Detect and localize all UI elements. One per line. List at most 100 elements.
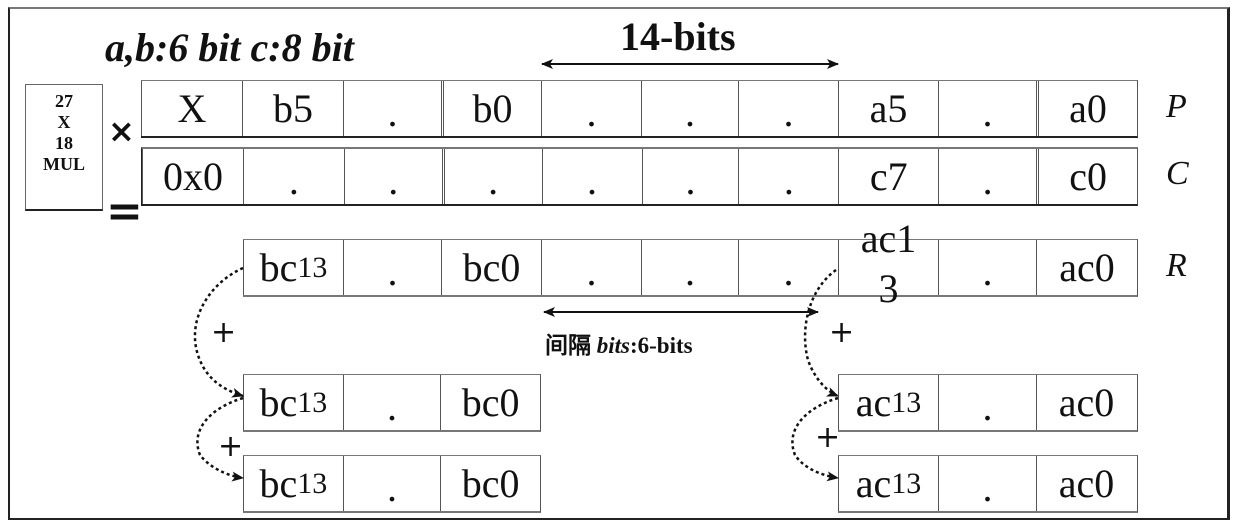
bit-cell: a0 <box>1036 81 1137 136</box>
cell-main-text: b5 <box>273 85 313 131</box>
partial-cell: ac0 <box>1036 456 1136 511</box>
ellipsis-dot: . <box>586 89 597 135</box>
partial-cell: ac0 <box>1036 375 1136 430</box>
plus-sign: + <box>218 429 244 464</box>
partial-cell: ac 13 <box>838 375 938 430</box>
ellipsis-dot: . <box>388 157 399 203</box>
ellipsis-dot: . <box>387 383 397 429</box>
cell-sub-text: 13 <box>891 466 922 500</box>
cell-main-text: bc <box>259 379 298 425</box>
cell-sub-text: 13 <box>297 466 328 500</box>
multiplier-line: MUL <box>43 154 85 174</box>
bit-cell: . <box>242 149 344 204</box>
bit-cell: . <box>738 81 838 136</box>
ellipsis-dot: . <box>488 157 499 203</box>
row-label-p: P <box>1166 88 1187 125</box>
gap-italic: bits <box>596 333 630 358</box>
bit-cell: . <box>541 81 641 136</box>
ellipsis-dot: . <box>587 157 598 203</box>
ellipsis-dot: . <box>982 248 993 294</box>
partial-cell: . <box>342 375 441 430</box>
span-label-14-bits: 14-bits <box>620 14 736 59</box>
bit-cell: . <box>738 149 838 204</box>
gap-bits-label: 间隔 bits:6-bits <box>545 326 693 360</box>
partial-cell: bc0 <box>440 375 540 430</box>
gap-prefix: 间隔 <box>545 333 597 358</box>
ellipsis-dot: . <box>685 248 695 294</box>
cell-main-text: c0 <box>1069 153 1107 199</box>
bit-width-title: a,b:6 bit c:8 bit <box>105 25 354 70</box>
bit-cell: c0 <box>1036 149 1137 204</box>
partial-row-bc: bc 13. bc0 <box>243 374 541 432</box>
result-cell: . <box>541 240 641 295</box>
ellipsis-dot: . <box>288 157 299 203</box>
multiplier-line: 18 <box>55 133 73 153</box>
cell-main-text: bc <box>259 460 298 506</box>
bit-cell: c7 <box>838 149 938 204</box>
bit-cell: . <box>541 149 642 204</box>
ellipsis-dot: . <box>982 464 993 510</box>
ellipsis-dot: . <box>387 464 397 510</box>
result-cell: bc 13 <box>243 240 343 295</box>
multiplier-line: X <box>57 112 71 132</box>
partial-cell: bc 13 <box>243 456 343 511</box>
bit-cell: . <box>343 149 442 204</box>
cell-text-line: ac1 <box>860 215 917 261</box>
cell-main-text: bc0 <box>461 379 520 425</box>
row-label-r: R <box>1166 247 1187 284</box>
row-label-c: C <box>1166 155 1189 192</box>
row-c: 0x0...... c7. c0 <box>141 147 1138 206</box>
bit-cell: b5 <box>242 81 343 136</box>
plus-sign: + <box>829 315 855 350</box>
ellipsis-dot: . <box>387 89 398 135</box>
bit-cell: b0 <box>441 81 541 136</box>
ellipsis-dot: . <box>982 89 993 135</box>
bit-cell: 0x0 <box>142 149 243 204</box>
partial-cell: . <box>342 456 441 511</box>
cell-main-text: a0 <box>1069 85 1107 131</box>
ellipsis-dot: . <box>387 248 398 294</box>
multiplier-line: 27 <box>55 91 73 111</box>
cell-main-text: ac0 <box>1058 460 1115 506</box>
bit-cell: . <box>441 149 542 204</box>
cell-main-text: a5 <box>869 85 908 131</box>
bit-cell: . <box>343 81 441 136</box>
ellipsis-dot: . <box>685 89 695 135</box>
ellipsis-dot: . <box>982 157 993 203</box>
cell-main-text: ac0 <box>1059 244 1115 290</box>
cell-main-text: bc <box>259 244 298 290</box>
times-operator: × <box>108 112 135 150</box>
result-cell: . <box>641 240 738 295</box>
cell-main-text: ac <box>855 379 892 425</box>
result-cell: . <box>738 240 838 295</box>
cell-sub-text: 13 <box>297 385 328 419</box>
plus-sign: + <box>815 420 841 455</box>
bit-cell: . <box>641 81 738 136</box>
bit-cell: . <box>938 81 1036 136</box>
cell-text-line: 3 <box>878 265 899 311</box>
multiplier-box: 27 X 18 MUL <box>25 84 103 211</box>
cell-main-text: X <box>177 85 207 131</box>
cell-sub-text: 13 <box>297 250 328 284</box>
partial-cell: ac 13 <box>838 456 938 511</box>
partial-cell: . <box>938 456 1036 511</box>
ellipsis-dot: . <box>783 157 794 203</box>
ellipsis-dot: . <box>783 89 794 135</box>
cell-main-text: bc0 <box>462 244 521 290</box>
row-p: Xb5. b0... a5. a0 <box>141 80 1138 138</box>
result-cell: bc0 <box>441 240 541 295</box>
plus-sign: + <box>211 315 237 350</box>
partial-row-ac: ac 13. ac0 <box>838 374 1138 432</box>
partial-cell: . <box>938 375 1036 430</box>
ellipsis-dot: . <box>586 248 597 294</box>
bit-cell: X <box>141 81 242 136</box>
ellipsis-dot: . <box>783 248 794 294</box>
partial-row-bc: bc 13. bc0 <box>243 455 541 513</box>
cell-main-text: b0 <box>472 85 513 131</box>
cell-main-text: c7 <box>869 153 908 199</box>
cell-main-text: 0x0 <box>162 153 223 199</box>
equals-operator: = <box>106 186 143 237</box>
partial-cell: bc0 <box>440 456 540 511</box>
result-cell: . <box>938 240 1036 295</box>
bit-cell: . <box>938 149 1036 204</box>
